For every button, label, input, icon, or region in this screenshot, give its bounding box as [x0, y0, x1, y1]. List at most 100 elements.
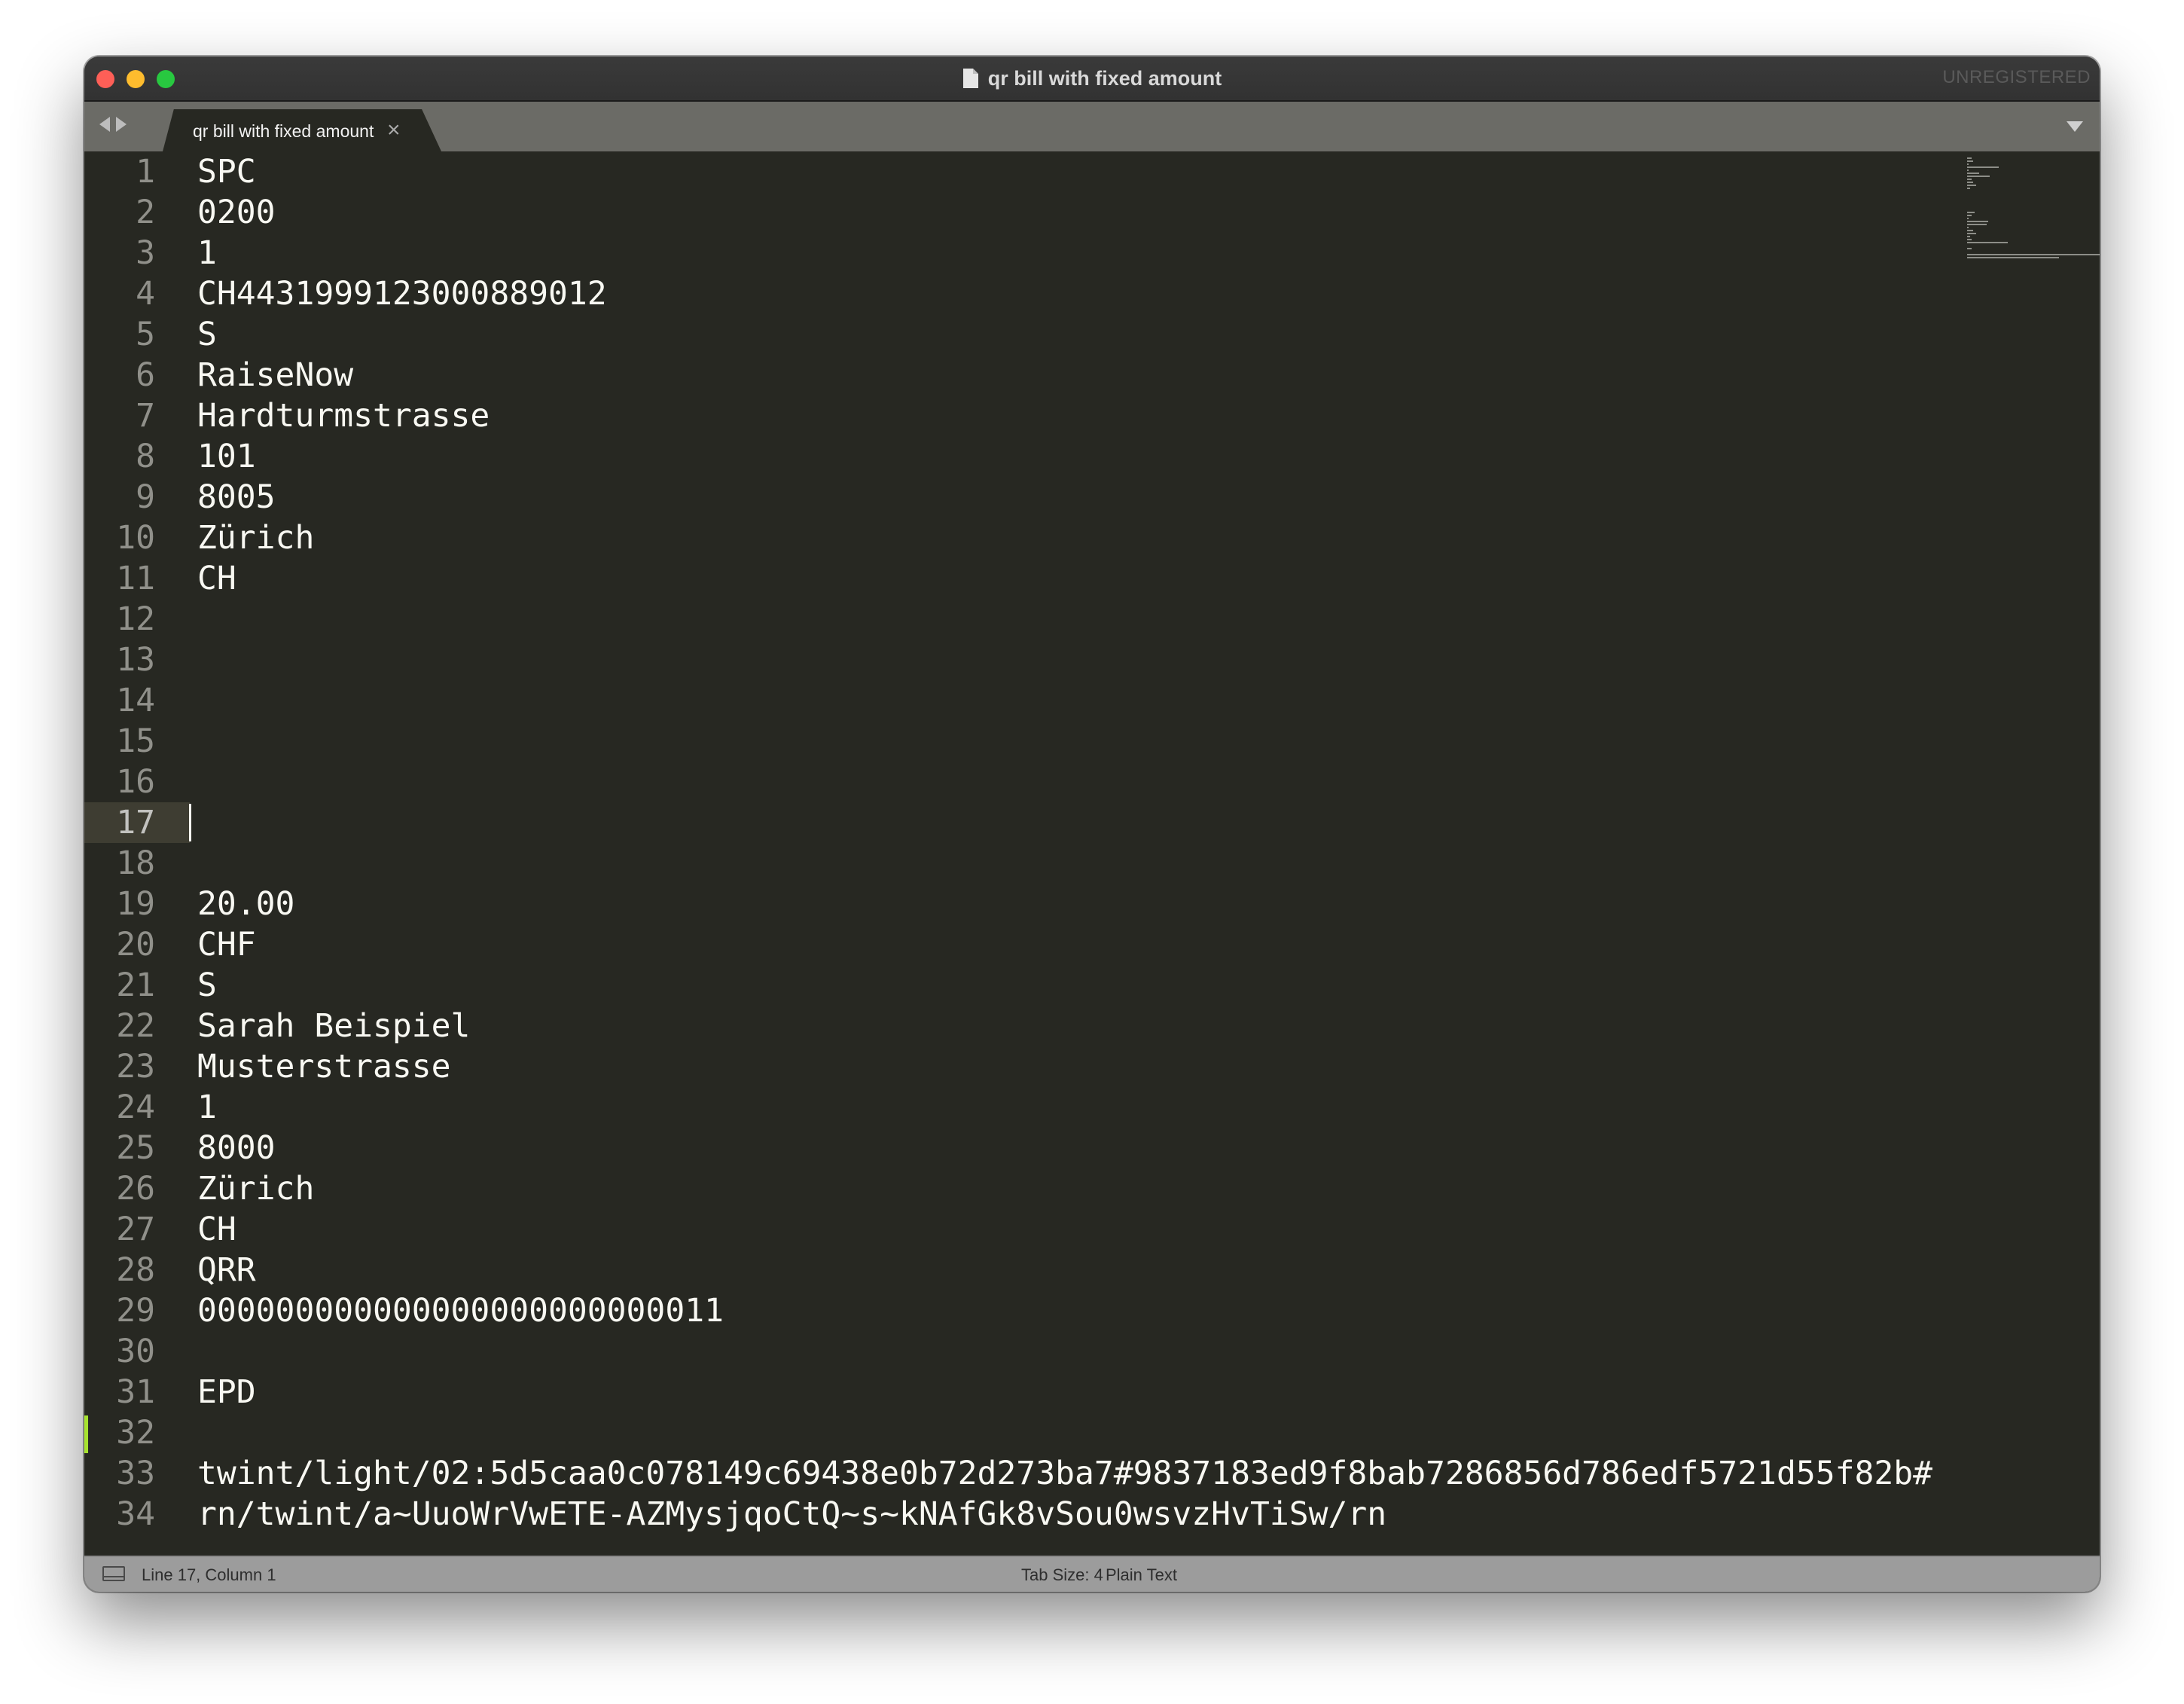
- line-number: 22: [116, 1007, 155, 1045]
- editor-line[interactable]: 26 Zürich: [84, 1168, 2100, 1209]
- line-number: 17: [84, 802, 190, 843]
- editor-line[interactable]: 33 twint/light/02:5d5caa0c078149c69438e0b…: [84, 1453, 2100, 1494]
- editor-line[interactable]: 31 EPD: [84, 1372, 2100, 1412]
- editor-line[interactable]: 9 8005: [84, 477, 2100, 518]
- line-text[interactable]: twint/light/02:5d5caa0c078149c69438e0b72…: [190, 1453, 1932, 1494]
- line-text[interactable]: 1: [190, 233, 217, 273]
- editor-line[interactable]: 10 Zürich: [84, 518, 2100, 558]
- minimap-line: [1967, 212, 1975, 213]
- line-text[interactable]: S: [190, 314, 217, 355]
- syntax-selector[interactable]: Plain Text: [1106, 1565, 1177, 1585]
- tab-bar: qr bill with fixed amount ×: [84, 102, 2100, 151]
- editor-window: qr bill with fixed amount UNREGISTERED q…: [84, 56, 2100, 1592]
- minimap-line: [1967, 242, 2008, 243]
- line-text[interactable]: CH: [190, 558, 236, 599]
- line-text[interactable]: Musterstrasse: [190, 1046, 451, 1087]
- line-text[interactable]: CHF: [190, 924, 256, 965]
- editor-line[interactable]: 19 20.00: [84, 884, 2100, 924]
- editor-line[interactable]: 18: [84, 843, 2100, 884]
- next-tab-arrow-icon[interactable]: [116, 117, 127, 132]
- line-text[interactable]: 8005: [190, 477, 276, 518]
- editor-line[interactable]: 12: [84, 599, 2100, 640]
- editor-line[interactable]: 22 Sarah Beispiel: [84, 1006, 2100, 1046]
- editor-line[interactable]: 1 SPC: [84, 151, 2100, 192]
- window-title: qr bill with fixed amount: [987, 66, 1222, 90]
- minimap[interactable]: [1967, 154, 2100, 267]
- line-text[interactable]: 8000: [190, 1128, 276, 1168]
- status-bar: Line 17, Column 1 Tab Size: 4 Plain Text: [84, 1556, 2100, 1592]
- minimap-line: [1967, 157, 1972, 159]
- editor-line[interactable]: 2 0200: [84, 192, 2100, 233]
- editor-line[interactable]: 20 CHF: [84, 924, 2100, 965]
- minimap-line: [1967, 230, 1973, 231]
- line-number: 30: [116, 1333, 155, 1370]
- editor-line[interactable]: 34 rn/twint/a~UuoWrVwETE-AZMysjqoCtQ~s~kN…: [84, 1494, 2100, 1535]
- line-text[interactable]: S: [190, 965, 217, 1006]
- editor-line[interactable]: 5S: [84, 314, 2100, 355]
- editor-line[interactable]: 17: [84, 802, 2100, 843]
- editor-line[interactable]: 16: [84, 762, 2100, 802]
- line-text[interactable]: 20.00: [190, 884, 294, 924]
- line-text[interactable]: 000000000000000000000000011: [190, 1290, 724, 1331]
- line-text[interactable]: 0200: [190, 192, 276, 233]
- line-text[interactable]: 1: [190, 1087, 217, 1128]
- line-number: 31: [116, 1373, 155, 1411]
- editor-line[interactable]: 31: [84, 233, 2100, 273]
- editor-line[interactable]: 15: [84, 721, 2100, 762]
- line-text[interactable]: EPD: [190, 1372, 256, 1412]
- unregistered-label: UNREGISTERED: [1942, 67, 2091, 87]
- line-text[interactable]: rn/twint/a~UuoWrVwETE-AZMysjqoCtQ~s~kNAf…: [190, 1494, 1386, 1535]
- document-icon: [962, 68, 979, 89]
- editor-line[interactable]: 27 CH: [84, 1209, 2100, 1250]
- editor-line[interactable]: 25 8000: [84, 1128, 2100, 1168]
- previous-tab-arrow-icon[interactable]: [99, 117, 110, 132]
- editor-line[interactable]: 4 CH4431999123000889012: [84, 273, 2100, 314]
- tab-qr-bill[interactable]: qr bill with fixed amount ×: [163, 109, 441, 151]
- line-number: 10: [116, 519, 155, 557]
- editor-line[interactable]: 29 000000000000000000000000011: [84, 1290, 2100, 1331]
- editor-line[interactable]: 11 CH: [84, 558, 2100, 599]
- editor-line[interactable]: 24 1: [84, 1087, 2100, 1128]
- editor-line[interactable]: 30: [84, 1331, 2100, 1372]
- editor-line[interactable]: 32: [84, 1412, 2100, 1453]
- minimap-line: [1967, 166, 1999, 168]
- line-text[interactable]: CH: [190, 1209, 236, 1250]
- line-text[interactable]: QRR: [190, 1250, 256, 1290]
- line-text[interactable]: RaiseNow: [190, 355, 353, 395]
- line-text[interactable]: Sarah Beispiel: [190, 1006, 470, 1046]
- minimap-line: [1967, 254, 2100, 255]
- line-text[interactable]: Hardturmstrasse: [190, 395, 490, 436]
- line-text[interactable]: 101: [190, 436, 256, 477]
- line-text[interactable]: CH4431999123000889012: [190, 273, 607, 314]
- editor-line[interactable]: 6 RaiseNow: [84, 355, 2100, 395]
- line-number: 7: [136, 397, 155, 435]
- line-number: 4: [136, 275, 155, 313]
- editor-line[interactable]: 21 S: [84, 965, 2100, 1006]
- cursor-position: Line 17, Column 1: [142, 1565, 276, 1584]
- line-number: 1: [136, 153, 155, 191]
- editor-line[interactable]: 28 QRR: [84, 1250, 2100, 1290]
- editor-line[interactable]: 8 101: [84, 436, 2100, 477]
- tab-list-dropdown-icon[interactable]: [2067, 121, 2083, 132]
- editor-line[interactable]: 23 Musterstrasse: [84, 1046, 2100, 1087]
- editor-line[interactable]: 13: [84, 640, 2100, 680]
- line-number: 5: [136, 316, 155, 353]
- modified-line-marker: [84, 1415, 88, 1453]
- line-number: 13: [116, 641, 155, 679]
- tab-size-selector[interactable]: Tab Size: 4: [1021, 1565, 1103, 1585]
- close-tab-icon[interactable]: ×: [387, 118, 401, 143]
- minimap-line: [1967, 248, 1972, 249]
- line-number: 29: [116, 1292, 155, 1330]
- text-editor-area[interactable]: 1 SPC 2 0200 3 1 4 CH4431999123000889012 5 S 6 Rais…: [84, 151, 2100, 1557]
- line-text[interactable]: SPC: [190, 151, 256, 192]
- panel-toggle-icon[interactable]: [102, 1566, 125, 1581]
- minimap-line: [1967, 176, 1990, 177]
- line-number: 27: [116, 1211, 155, 1248]
- title-bar: qr bill with fixed amount UNREGISTERED: [84, 56, 2100, 102]
- line-number: 2: [136, 194, 155, 231]
- editor-line[interactable]: 14: [84, 680, 2100, 721]
- line-text[interactable]: Zürich: [190, 1168, 314, 1209]
- editor-line[interactable]: 7 Hardturmstrasse: [84, 395, 2100, 436]
- minimap-line: [1967, 182, 1973, 183]
- line-text[interactable]: Zürich: [190, 518, 314, 558]
